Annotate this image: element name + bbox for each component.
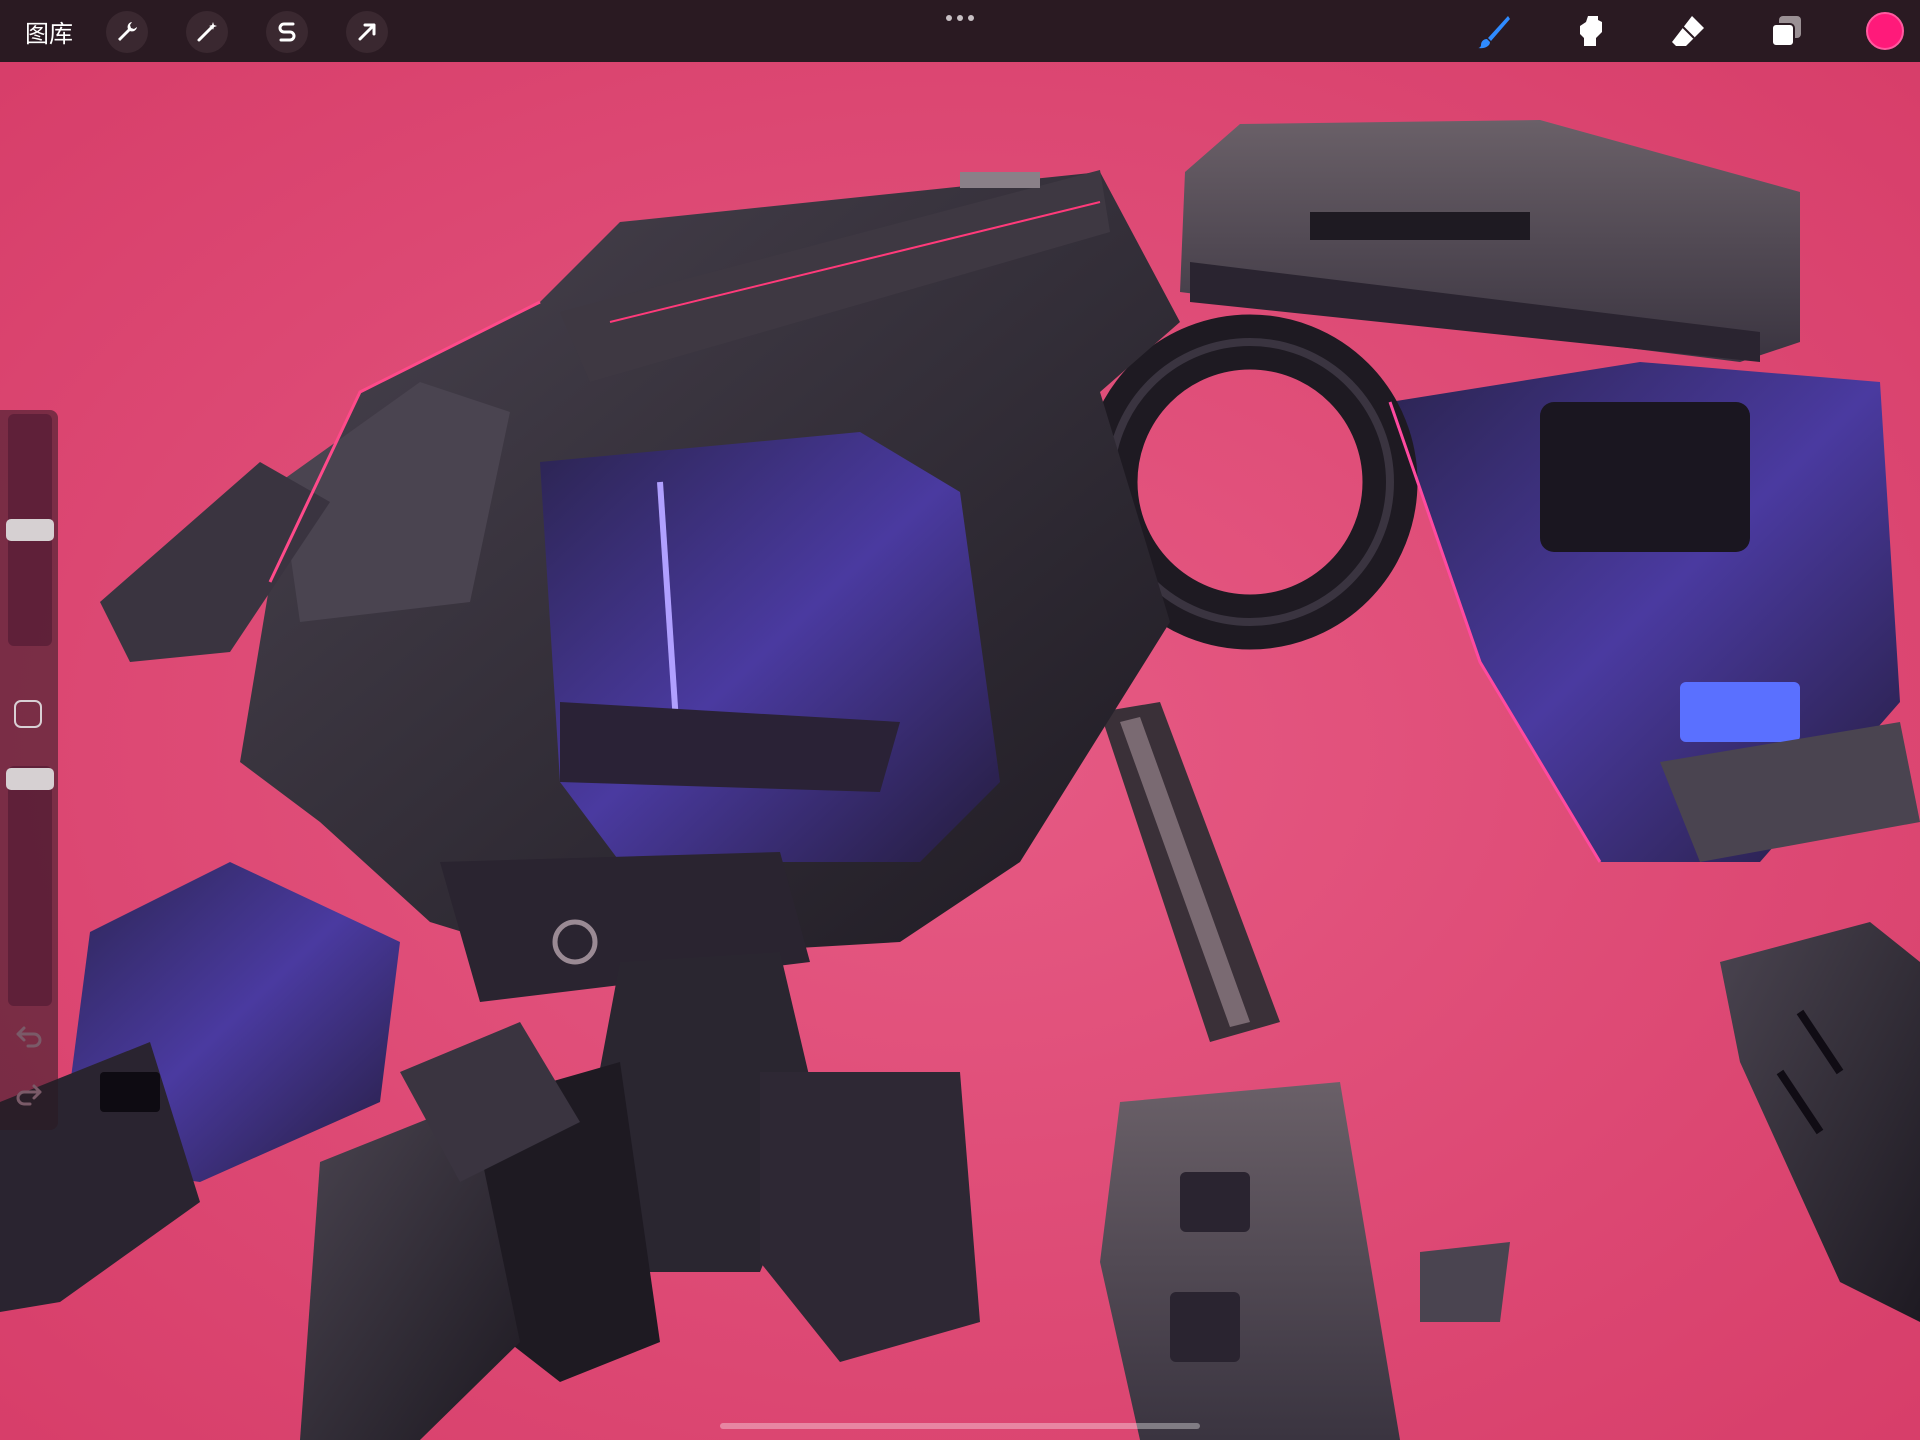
layers-button[interactable] [1764, 10, 1808, 54]
ellipsis-icon[interactable] [944, 8, 976, 28]
selection-s-icon [278, 22, 296, 42]
transform-button[interactable] [346, 11, 388, 53]
home-indicator[interactable] [720, 1423, 1200, 1429]
color-picker-button[interactable] [1866, 12, 1904, 50]
opacity-slider[interactable] [6, 766, 54, 1006]
smudge-tool-button[interactable] [1568, 10, 1612, 54]
actions-button[interactable] [106, 11, 148, 53]
top-toolbar: 图库 [0, 0, 1920, 62]
adjustments-button[interactable] [186, 11, 228, 53]
modify-button[interactable] [14, 700, 42, 728]
opacity-thumb[interactable] [6, 768, 54, 790]
eraser-tool-button[interactable] [1666, 10, 1710, 54]
paint-tool-button[interactable] [1472, 10, 1516, 54]
left-sidebar [0, 410, 58, 1130]
brush-size-thumb[interactable] [6, 519, 54, 541]
eraser-icon [1672, 16, 1704, 46]
undo-icon[interactable] [14, 1020, 44, 1050]
layers-icon [1771, 16, 1801, 47]
gallery-button[interactable]: 图库 [25, 14, 73, 49]
brush-size-slider[interactable] [6, 414, 54, 646]
smudge-icon [1580, 16, 1602, 46]
magic-wand-icon [197, 22, 217, 42]
mech-robot-artwork [0, 62, 1920, 1440]
drawing-canvas[interactable] [0, 62, 1920, 1440]
wrench-icon [118, 22, 137, 41]
redo-icon[interactable] [14, 1078, 44, 1108]
transform-arrow-icon [358, 23, 376, 41]
brush-icon [1478, 16, 1510, 49]
selection-button[interactable] [266, 11, 308, 53]
